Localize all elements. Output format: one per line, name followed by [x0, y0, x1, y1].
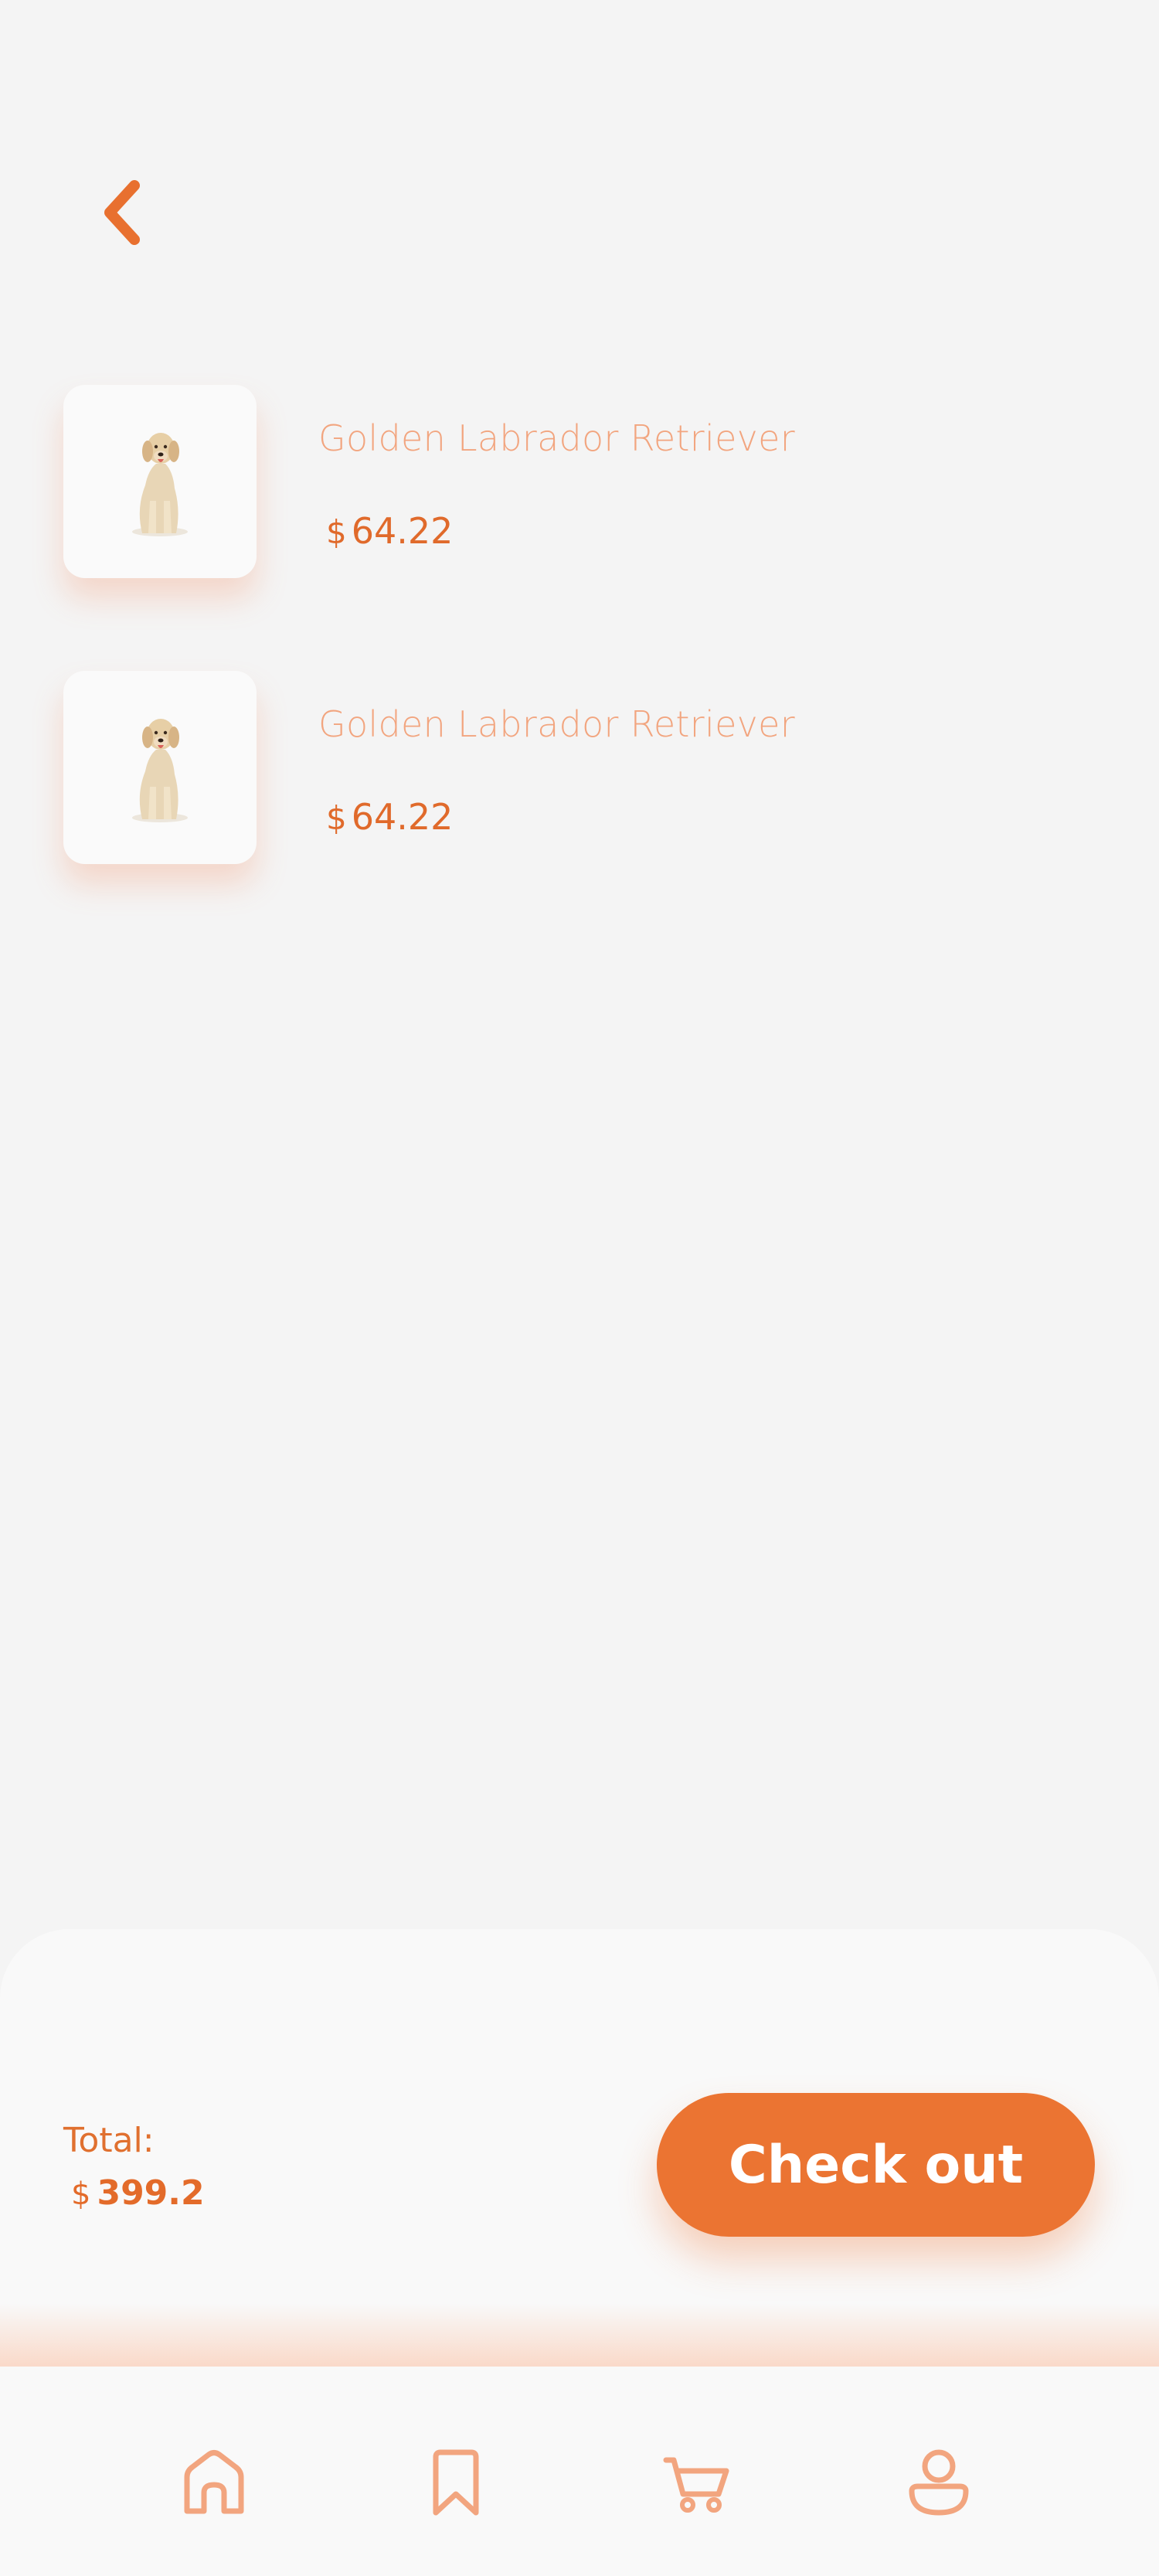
product-name: Golden Labrador Retriever: [318, 417, 795, 459]
price-value: 64.22: [351, 796, 454, 838]
golden-retriever-photo: [132, 719, 188, 822]
cart-item[interactable]: Golden Labrador Retriever $64.22: [63, 671, 1099, 864]
cart-item[interactable]: Golden Labrador Retriever $64.22: [63, 385, 1099, 578]
home-icon: [184, 2450, 244, 2514]
price-value: 64.22: [351, 510, 454, 552]
product-price: $64.22: [326, 510, 795, 552]
product-thumbnail[interactable]: [63, 385, 257, 578]
product-name: Golden Labrador Retriever: [318, 703, 795, 745]
currency-symbol: $: [71, 2176, 91, 2212]
nav-shadow: [0, 2303, 1159, 2368]
checkout-panel: Total: $399.2 Check out: [0, 1929, 1159, 2367]
product-price: $64.22: [326, 796, 795, 838]
cart-icon: [663, 2457, 729, 2513]
golden-retriever-photo: [132, 433, 188, 536]
cart-list: Golden Labrador Retriever $64.22 Golden …: [63, 385, 1099, 957]
nav-home[interactable]: [172, 2440, 257, 2525]
checkout-button[interactable]: Check out: [657, 2093, 1095, 2237]
product-thumbnail[interactable]: [63, 671, 257, 864]
bottom-nav: [0, 2367, 1159, 2576]
total-amount: 399.2: [97, 2173, 205, 2213]
bookmark-icon: [433, 2449, 479, 2516]
nav-profile[interactable]: [896, 2440, 981, 2525]
total-label: Total:: [63, 2121, 155, 2160]
currency-symbol: $: [326, 513, 347, 551]
back-button[interactable]: [91, 174, 153, 251]
chevron-left-icon: [104, 180, 140, 245]
total-value: $399.2: [71, 2173, 205, 2213]
cart-screen: Golden Labrador Retriever $64.22 Golden …: [0, 0, 1159, 2576]
nav-bookmarks[interactable]: [413, 2440, 498, 2525]
currency-symbol: $: [326, 799, 347, 837]
nav-cart[interactable]: [655, 2440, 740, 2525]
profile-icon: [909, 2449, 969, 2516]
